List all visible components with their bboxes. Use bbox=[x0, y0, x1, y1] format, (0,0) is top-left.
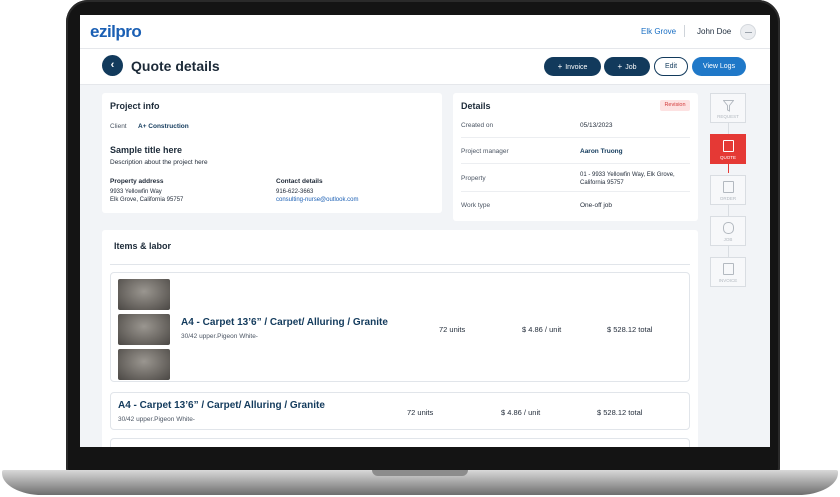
title-bar: ‹ Quote details + Invoice + Job Edit View … bbox=[80, 49, 770, 85]
item-total: $ 528.12 total bbox=[607, 325, 653, 334]
ezilpro-logo[interactable]: ezilpro bbox=[90, 22, 142, 42]
add-job-button[interactable]: + Job bbox=[604, 57, 650, 76]
list-item[interactable] bbox=[110, 438, 690, 447]
detail-divider bbox=[461, 163, 690, 164]
stepper-invoice[interactable]: INVOICE bbox=[710, 257, 746, 287]
stepper-label: QUOTE bbox=[719, 155, 736, 160]
item-units: 72 units bbox=[439, 325, 466, 334]
stepper-connector bbox=[728, 164, 729, 173]
item-unit-price: $ 4.86 / unit bbox=[501, 408, 541, 417]
item-name: A4 - Carpet 13’6” / Carpet/ Alluring / G… bbox=[118, 400, 325, 411]
item-total: $ 528.12 total bbox=[597, 408, 643, 417]
edit-button[interactable]: Edit bbox=[654, 57, 688, 76]
stepper-label: ORDER bbox=[719, 196, 737, 201]
detail-value: 01 - 9933 Yellowfin Way, Elk Grove, Cali… bbox=[580, 172, 675, 186]
page-title: Quote details bbox=[131, 58, 220, 74]
chevron-left-icon: ‹ bbox=[110, 59, 115, 71]
laptop-notch bbox=[372, 470, 468, 476]
add-invoice-button[interactable]: + Invoice bbox=[544, 57, 601, 76]
back-button[interactable]: ‹ bbox=[102, 55, 123, 76]
stepper-label: INVOICE bbox=[718, 278, 738, 283]
stepper-quote[interactable]: QUOTE bbox=[710, 134, 746, 164]
detail-label: Project manager bbox=[461, 148, 509, 155]
user-name[interactable]: John Doe bbox=[697, 27, 731, 36]
stepper-job[interactable]: JOB bbox=[710, 216, 746, 246]
items-divider bbox=[110, 264, 690, 265]
item-unit-price: $ 4.86 / unit bbox=[522, 325, 562, 334]
detail-divider bbox=[461, 191, 690, 192]
app-screen: ezilpro Elk Grove John Doe ‹ Quote detai… bbox=[80, 15, 770, 447]
database-icon bbox=[723, 222, 734, 234]
contact-phone[interactable]: 916-622-3663 bbox=[276, 189, 313, 195]
project-info-title: Project info bbox=[110, 101, 160, 111]
stepper-label: REQUEST bbox=[717, 114, 739, 119]
detail-value: 05/13/2023 bbox=[580, 122, 613, 129]
invoice-document-icon bbox=[723, 263, 734, 275]
project-manager-value[interactable]: Aaron Truong bbox=[580, 148, 623, 155]
carpet-thumbnail-image[interactable] bbox=[118, 349, 170, 380]
item-name: A4 - Carpet 13’6” / Carpet/ Alluring / G… bbox=[181, 317, 388, 328]
top-bar: ezilpro Elk Grove John Doe bbox=[80, 15, 770, 49]
view-logs-button[interactable]: View Logs bbox=[692, 57, 746, 76]
list-item[interactable]: A4 - Carpet 13’6” / Carpet/ Alluring / G… bbox=[110, 272, 690, 382]
item-units: 72 units bbox=[407, 408, 434, 417]
property-address-line2: Elk Grove, California 95757 bbox=[110, 197, 184, 203]
contact-details-label: Contact details bbox=[276, 178, 323, 185]
funnel-icon bbox=[722, 99, 735, 112]
plus-icon: + bbox=[557, 62, 563, 71]
stepper-label: JOB bbox=[723, 237, 733, 242]
contact-email[interactable]: consulting-nurse@outlook.com bbox=[276, 197, 358, 203]
clipboard-icon bbox=[723, 181, 734, 193]
logo-accent-text: pro bbox=[115, 22, 142, 41]
detail-label: Created on bbox=[461, 122, 494, 129]
project-description: Description about the project here bbox=[110, 159, 208, 166]
stepper-order[interactable]: ORDER bbox=[710, 175, 746, 205]
header-divider bbox=[684, 25, 685, 37]
items-labor-title: Items & labor bbox=[114, 241, 172, 251]
avatar[interactable] bbox=[740, 24, 756, 40]
project-title: Sample title here bbox=[110, 145, 183, 155]
property-address-label: Property address bbox=[110, 178, 164, 185]
client-label: Client bbox=[110, 123, 127, 130]
logo-text: ezil bbox=[90, 22, 116, 41]
client-value[interactable]: A+ Construction bbox=[138, 123, 189, 130]
property-address-line1: 9933 Yellowfin Way bbox=[110, 189, 162, 195]
branch-selector[interactable]: Elk Grove bbox=[641, 27, 676, 36]
item-description: 30/42 upper.Pigeon White- bbox=[118, 416, 195, 423]
item-description: 30/42 upper.Pigeon White- bbox=[181, 333, 258, 340]
carpet-thumbnail-image[interactable] bbox=[118, 279, 170, 310]
quote-document-icon bbox=[723, 140, 734, 152]
job-button-label: Job bbox=[625, 64, 637, 71]
detail-label: Property bbox=[461, 175, 486, 182]
stepper-request[interactable]: REQUEST bbox=[710, 93, 746, 123]
status-badge: Revision bbox=[660, 100, 690, 111]
invoice-button-label: Invoice bbox=[565, 64, 588, 71]
plus-icon: + bbox=[617, 62, 623, 71]
detail-divider bbox=[461, 137, 690, 138]
details-title: Details bbox=[461, 101, 491, 111]
project-info-card: Project info Client A+ Construction Samp… bbox=[102, 93, 442, 213]
detail-label: Work type bbox=[461, 202, 491, 209]
list-item[interactable]: A4 - Carpet 13’6” / Carpet/ Alluring / G… bbox=[110, 392, 690, 430]
carpet-thumbnail-image[interactable] bbox=[118, 314, 170, 345]
detail-value: One-off job bbox=[580, 202, 613, 209]
